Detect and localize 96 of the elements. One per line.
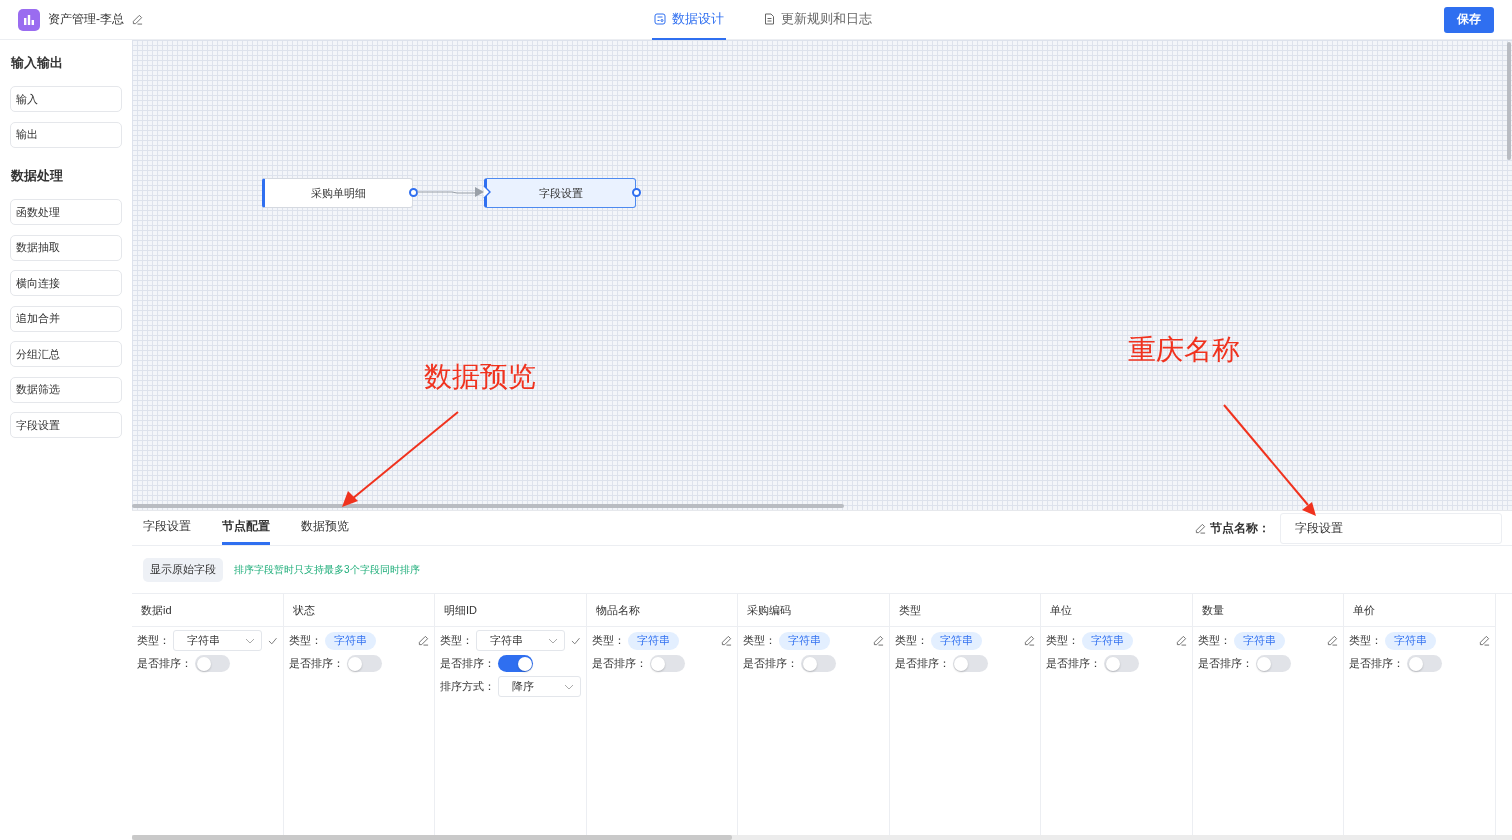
annotation-text: 重庆名称 [1128, 333, 1240, 367]
show-original-button[interactable]: 显示原始字段 [143, 557, 223, 582]
save-button[interactable]: 保存 [1444, 6, 1494, 33]
field-label: 类型： [137, 633, 170, 648]
sort-order-select[interactable]: 降序 [498, 676, 581, 697]
field-label: 类型： [1349, 633, 1382, 648]
tab-label: 更新规则和日志 [781, 9, 872, 28]
sort-toggle[interactable] [649, 655, 685, 672]
field-label: 类型： [743, 633, 776, 648]
type-tag: 字符串 [779, 631, 830, 650]
field-label: 节点名称： [1210, 519, 1270, 537]
sort-toggle[interactable] [952, 655, 988, 672]
column-header: 状态 [283, 594, 434, 627]
field-label: 类型： [1046, 633, 1079, 648]
panel-tab[interactable]: 字段设置 [143, 511, 191, 545]
panel-tab[interactable]: 节点配置 [222, 511, 270, 545]
field-label: 类型： [1197, 633, 1231, 648]
chevron-down-icon [548, 637, 559, 644]
flow-node[interactable]: 字段设置 [484, 178, 636, 208]
layout-icon [654, 12, 666, 25]
check-icon[interactable] [268, 636, 278, 645]
check-icon[interactable] [571, 636, 581, 645]
field-label: 是否排序： [591, 656, 647, 671]
type-tag: 字符串 [1233, 631, 1285, 650]
edit-icon[interactable] [418, 635, 429, 646]
type-tag: 字符串 [930, 631, 982, 650]
column-header: 明细ID [435, 594, 586, 627]
section-title: 输入输出 [11, 54, 64, 72]
type-select[interactable]: 字符串 [173, 630, 263, 651]
sidebar-item[interactable]: 输入 [10, 86, 122, 112]
sort-toggle[interactable] [195, 655, 230, 672]
type-tag: 字符串 [1385, 631, 1436, 650]
sort-toggle[interactable] [346, 655, 382, 672]
type-tag: 字符串 [324, 631, 376, 650]
section-title: 数据处理 [11, 167, 64, 185]
port-circle[interactable] [632, 188, 641, 197]
edit-icon[interactable] [721, 635, 732, 646]
edit-icon[interactable] [1024, 635, 1035, 646]
field-label: 是否排序： [1349, 656, 1404, 671]
app-title: 资产管理-李总 [48, 11, 124, 28]
sidebar-item[interactable]: 函数处理 [10, 199, 122, 225]
chevron-down-icon [245, 637, 256, 644]
field-label: 是否排序： [137, 656, 192, 671]
field-label: 是否排序： [1046, 656, 1101, 671]
sort-toggle[interactable] [801, 655, 836, 672]
sidebar-item[interactable]: 数据抽取 [10, 234, 122, 261]
sort-toggle[interactable] [498, 655, 533, 672]
edit-icon[interactable] [872, 635, 884, 646]
scrollbar[interactable] [132, 504, 844, 508]
field-label: 是否排序： [743, 656, 798, 671]
sidebar-item[interactable]: 字段设置 [10, 412, 122, 438]
hint-text: 排序字段暂时只支持最多3个字段同时排序 [234, 562, 420, 577]
top-tab[interactable]: 更新规则和日志 [762, 0, 874, 40]
field-label: 类型： [288, 633, 322, 648]
annotation-text: 数据预览 [424, 360, 536, 394]
type-select[interactable]: 字符串 [476, 630, 566, 651]
column-header: 数据id [132, 594, 283, 627]
column-header: 数量 [1192, 594, 1343, 627]
column-header: 单价 [1344, 594, 1495, 627]
field-label: 类型： [591, 633, 625, 648]
sidebar-item[interactable]: 数据筛选 [10, 376, 122, 403]
edit-icon[interactable] [1478, 635, 1490, 646]
node-name-field[interactable]: 字段设置 [1280, 512, 1502, 544]
field-label: 类型： [894, 633, 928, 648]
sidebar-item[interactable]: 横向连接 [10, 270, 122, 296]
app-logo [18, 8, 40, 31]
field-label: 是否排序： [440, 656, 495, 671]
scrollbar[interactable] [1507, 42, 1511, 160]
edit-icon[interactable] [1195, 522, 1206, 534]
edit-title-icon[interactable] [132, 14, 143, 25]
column-header: 单位 [1041, 594, 1192, 627]
scrollbar[interactable] [132, 835, 732, 840]
sort-toggle[interactable] [1255, 655, 1291, 672]
column-header: 类型 [889, 594, 1040, 627]
port-circle[interactable] [409, 188, 418, 197]
document-icon [764, 12, 775, 25]
field-label: 是否排序： [288, 656, 344, 671]
column-header: 采购编码 [738, 594, 889, 627]
sidebar-item[interactable]: 输出 [10, 121, 122, 148]
field-label: 是否排序： [1197, 656, 1253, 671]
sidebar-item[interactable]: 分组汇总 [10, 341, 122, 367]
edit-icon[interactable] [1327, 635, 1338, 646]
type-tag: 字符串 [1082, 631, 1133, 650]
chevron-down-icon [563, 683, 574, 690]
field-label: 排序方式： [440, 679, 495, 694]
flow-node[interactable]: 采购单明细 [262, 178, 413, 208]
tab-label: 数据设计 [672, 9, 724, 28]
panel-tab[interactable]: 数据预览 [301, 511, 349, 545]
sidebar-item[interactable]: 追加合并 [10, 305, 122, 332]
edit-icon[interactable] [1175, 635, 1187, 646]
sort-toggle[interactable] [1407, 655, 1442, 672]
field-label: 类型： [440, 633, 473, 648]
field-label: 是否排序： [894, 656, 950, 671]
column-header: 物品名称 [586, 594, 737, 627]
type-tag: 字符串 [627, 631, 679, 650]
sort-toggle[interactable] [1104, 655, 1139, 672]
